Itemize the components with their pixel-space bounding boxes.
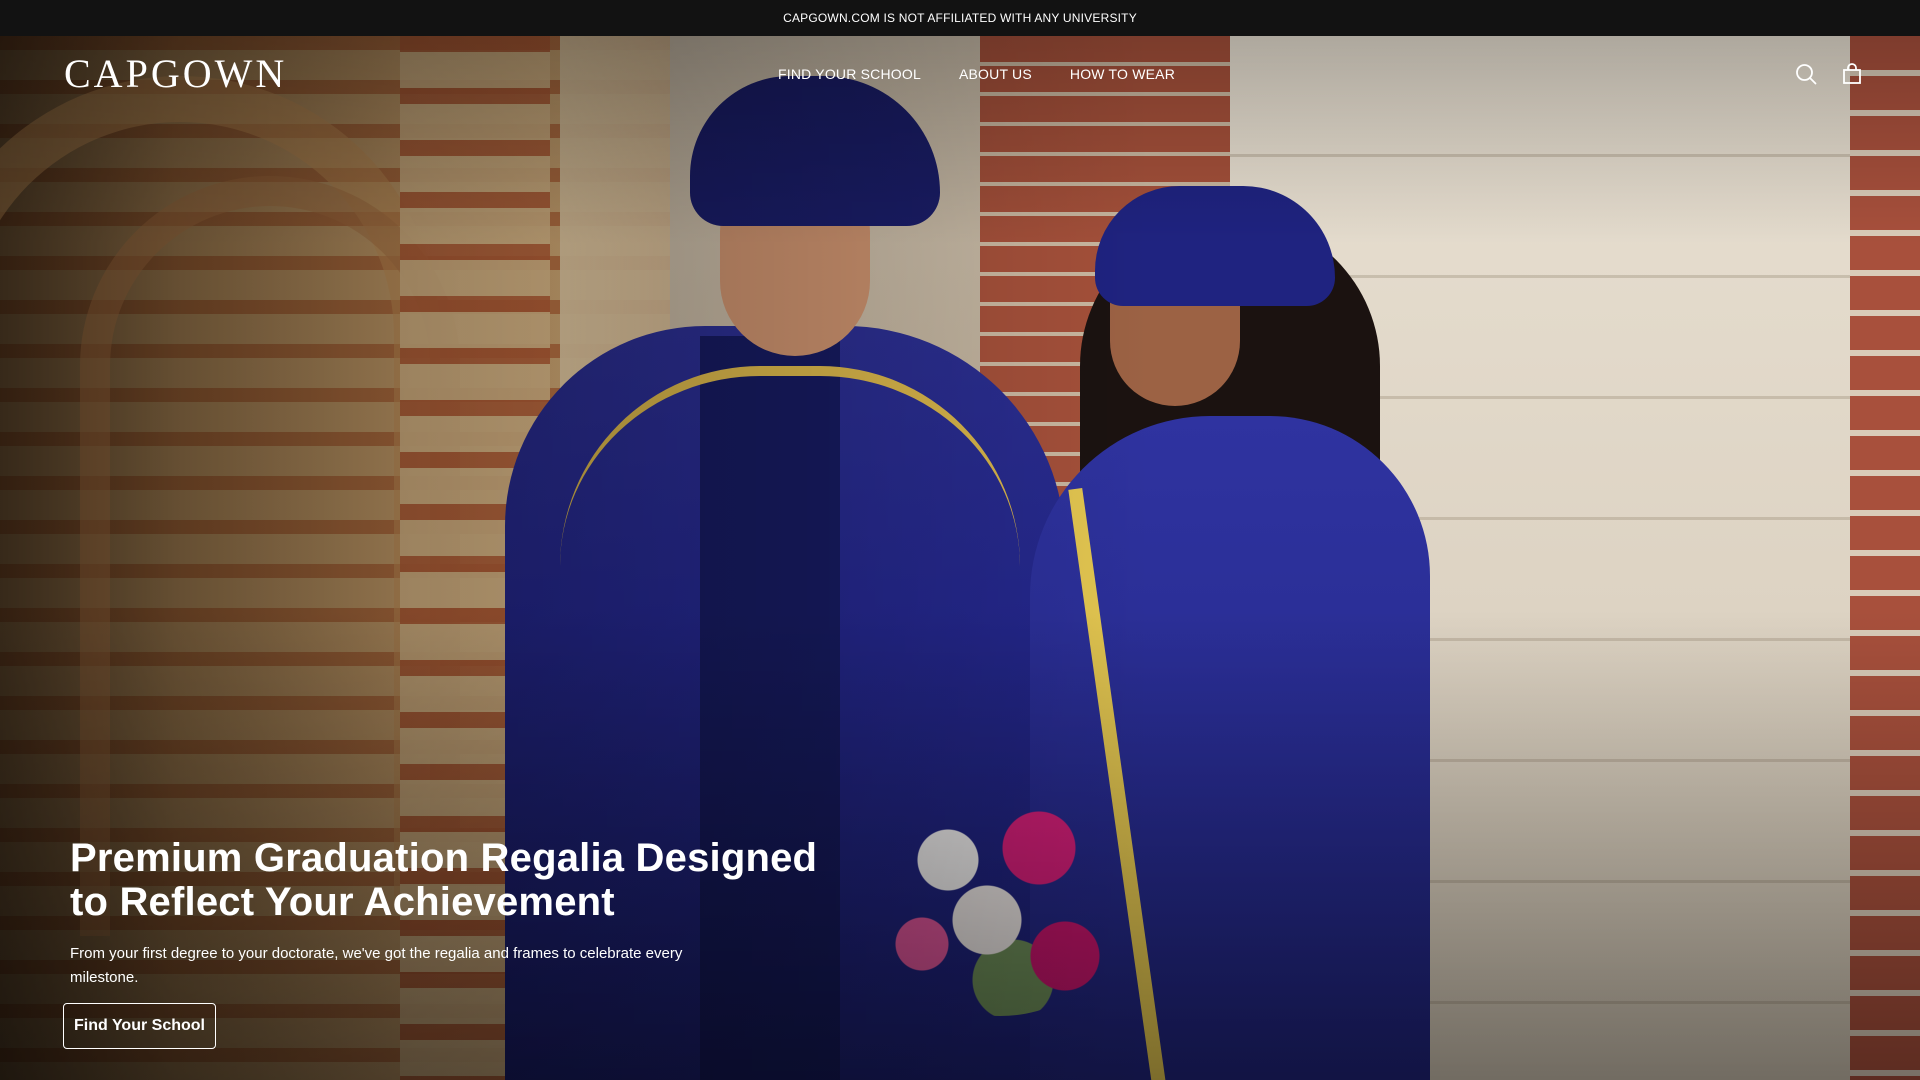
header-icons [1794,62,1864,86]
site-header: CAPGOWN FIND YOUR SCHOOL ABOUT US HOW TO… [0,36,1920,114]
hero-subtitle: From your first degree to your doctorate… [70,945,683,986]
find-your-school-button[interactable]: Find Your School [63,1003,216,1049]
shopping-bag-icon[interactable] [1840,62,1864,86]
main-nav: FIND YOUR SCHOOL ABOUT US HOW TO WEAR [778,66,1175,82]
announcement-text: CAPGOWN.COM IS NOT AFFILIATED WITH ANY U… [783,11,1137,25]
hero-content: Premium Graduation Regalia Designed to R… [70,836,830,990]
search-icon[interactable] [1794,62,1818,86]
hero-title-line-2: to Reflect Your Achievement [70,880,615,924]
announcement-bar: CAPGOWN.COM IS NOT AFFILIATED WITH ANY U… [0,0,1920,36]
site-logo[interactable]: CAPGOWN [64,54,287,94]
hero-title-line-1: Premium Graduation Regalia Designed [70,836,818,880]
nav-about-us[interactable]: ABOUT US [959,66,1032,82]
nav-how-to-wear[interactable]: HOW TO WEAR [1070,66,1175,82]
nav-find-your-school[interactable]: FIND YOUR SCHOOL [778,66,921,82]
hero-title: Premium Graduation Regalia Designed to R… [70,836,830,924]
